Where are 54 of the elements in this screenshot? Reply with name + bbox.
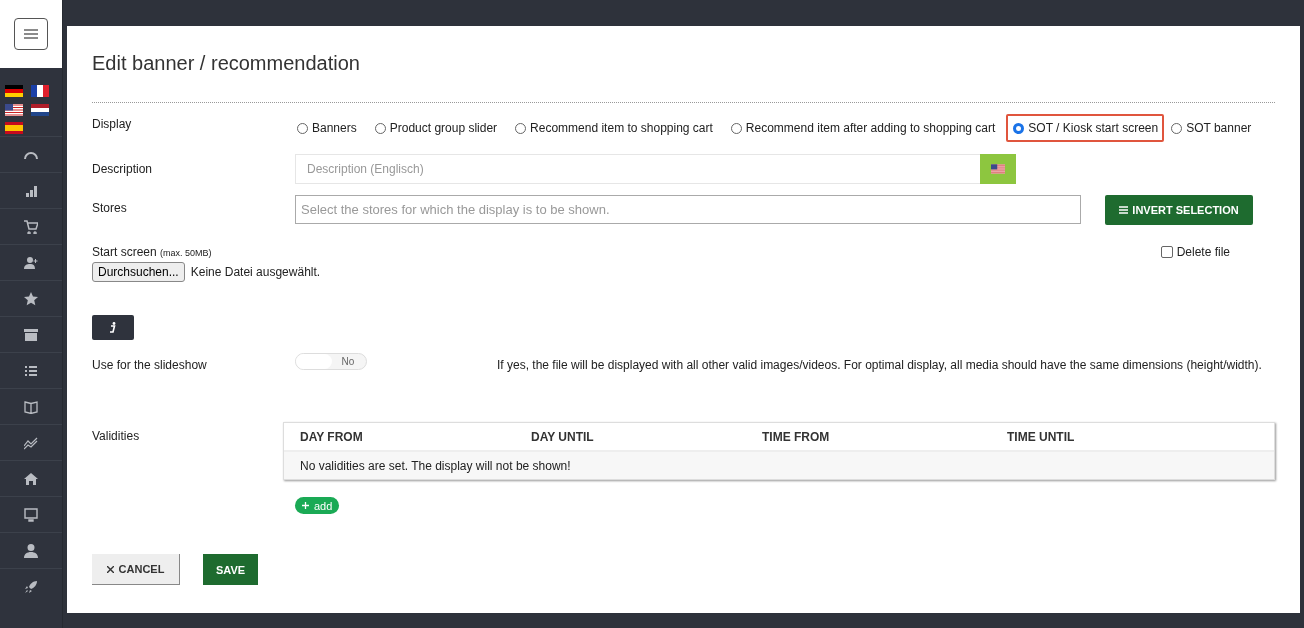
cancel-button[interactable]: CANCEL — [92, 554, 180, 585]
stores-field[interactable]: Select the stores for which the display is to be shown. — [295, 195, 1081, 224]
empty-message: No validities are set. The display will not be shown! — [284, 452, 1274, 479]
close-icon — [106, 565, 114, 573]
field-label: Use for the slideshow — [92, 358, 208, 372]
slideshow-toggle[interactable]: No — [295, 353, 367, 370]
flag-icon[interactable] — [5, 122, 23, 135]
delete-file-checkbox[interactable]: Delete file — [1160, 243, 1230, 261]
info-button[interactable] — [92, 315, 134, 340]
field-label: Validities — [92, 429, 141, 443]
column-header: TIME FROM — [761, 429, 831, 444]
help-text: If yes, the file will be displayed with all other valid images/videos. For optimal display, all media should have the same dimensions (height/width). — [497, 358, 1262, 372]
trend-icon[interactable] — [24, 435, 38, 450]
star-icon[interactable] — [24, 291, 38, 306]
field-label: Display — [92, 117, 133, 131]
radio-option[interactable]: Recommend item to shopping cart — [513, 114, 719, 142]
page-title: Edit banner / recommendation — [92, 52, 361, 76]
radio-option[interactable]: Product group slider — [372, 114, 504, 142]
flag-icon[interactable] — [5, 103, 23, 116]
browse-button[interactable]: Durchsuchen... — [92, 262, 185, 282]
column-header: TIME UNTIL — [1006, 429, 1075, 444]
highlighted-radio-option[interactable]: SOT / Kiosk start screen — [1006, 114, 1165, 142]
cart-icon[interactable] — [24, 219, 38, 234]
radio-option[interactable]: SOT banner — [1169, 114, 1258, 142]
field-label: Start screen (max. 50MB) — [92, 245, 213, 259]
language-button[interactable] — [980, 154, 1016, 184]
flag-icon[interactable] — [31, 103, 49, 116]
book-icon[interactable] — [24, 399, 38, 414]
save-button[interactable]: SAVE — [203, 554, 258, 585]
rocket-icon[interactable] — [24, 579, 38, 594]
plus-icon — [302, 502, 309, 509]
flag-icon[interactable] — [5, 85, 23, 97]
flag-icon[interactable] — [31, 85, 49, 97]
field-label: Description — [92, 161, 154, 176]
archive-icon[interactable] — [24, 327, 38, 342]
user-icon[interactable] — [24, 543, 38, 558]
column-header: DAY FROM — [299, 429, 364, 444]
bar-chart-icon[interactable] — [24, 183, 38, 198]
add-user-icon[interactable] — [24, 255, 38, 270]
file-status: Keine Datei ausgewählt. — [190, 265, 321, 279]
menu-icon — [24, 29, 38, 39]
list-icon — [1119, 206, 1129, 214]
description-field[interactable]: Description (Englisch) — [295, 154, 980, 184]
list-icon[interactable] — [24, 363, 38, 378]
invert-selection-button[interactable]: INVERT SELECTION — [1105, 195, 1253, 225]
radio-option[interactable]: Banners — [295, 114, 363, 142]
home-icon[interactable] — [24, 471, 38, 486]
flag-icon — [991, 164, 1005, 174]
radio-option[interactable]: Recommend item after adding to shopping cart — [728, 114, 1002, 142]
info-icon — [110, 322, 116, 333]
field-label: Stores — [92, 201, 128, 215]
menu-button[interactable] — [14, 18, 48, 50]
column-header: DAY UNTIL — [530, 429, 595, 444]
monitor-icon[interactable] — [24, 507, 38, 522]
